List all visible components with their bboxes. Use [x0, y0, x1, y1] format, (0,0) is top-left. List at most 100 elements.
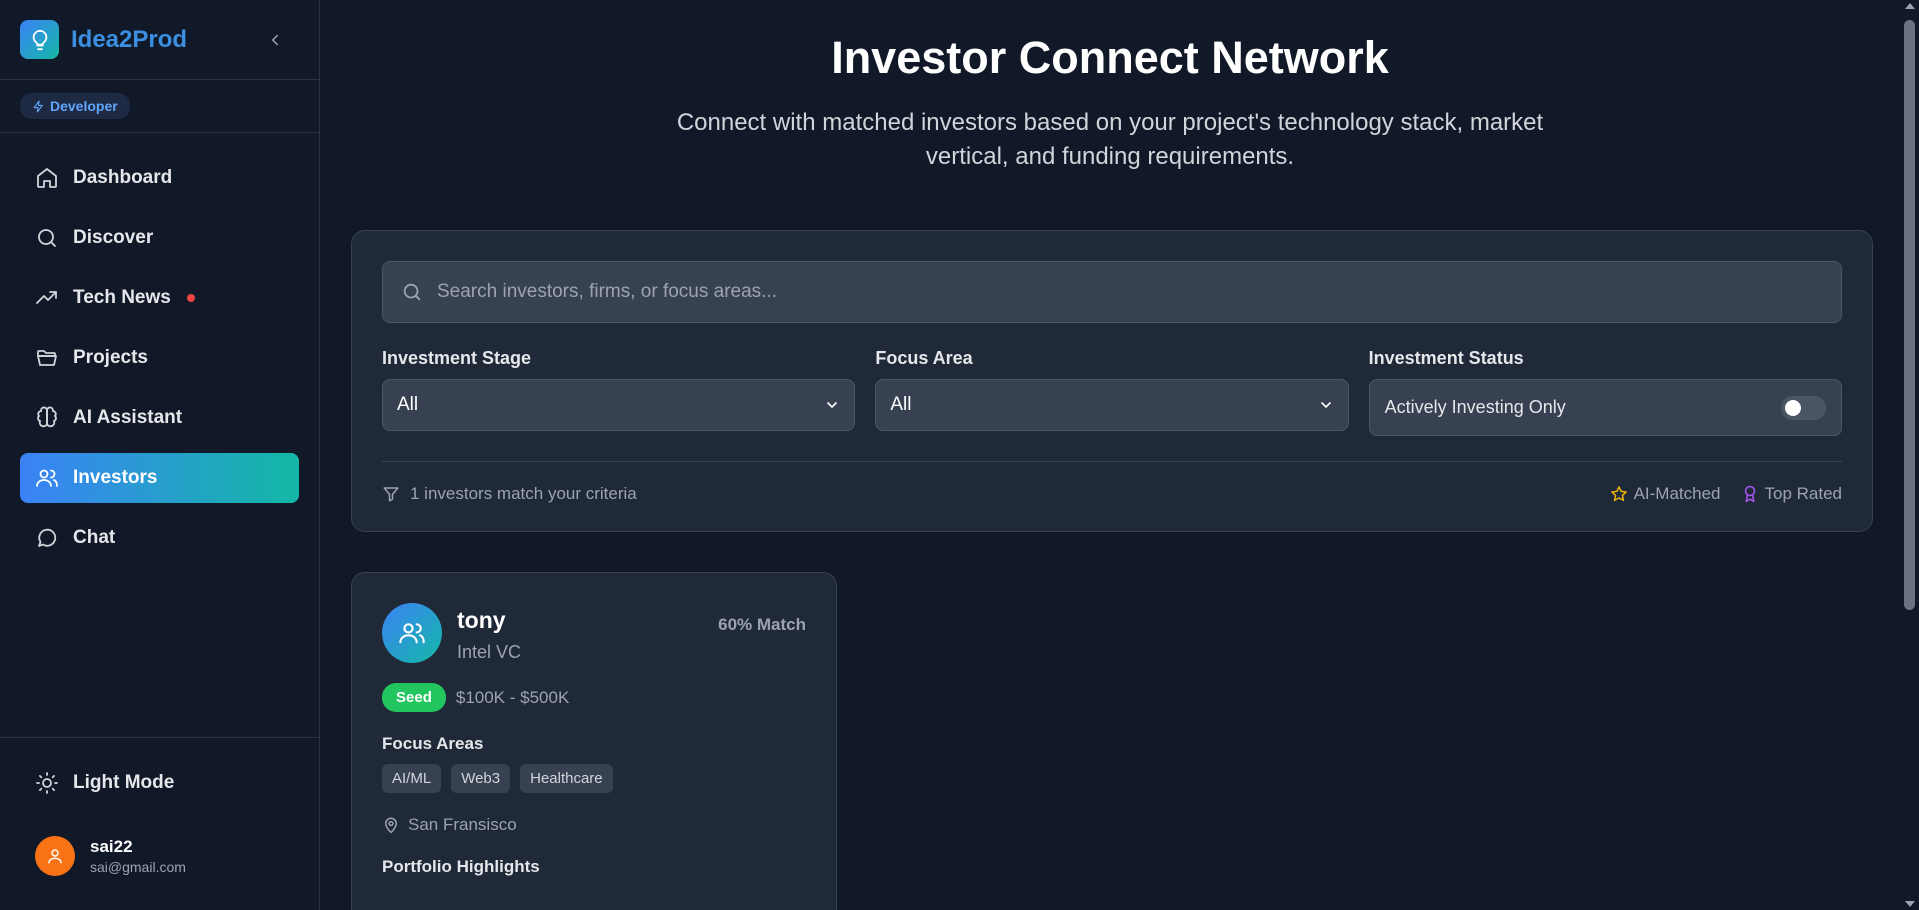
legend: AI-Matched Top Rated: [1610, 484, 1842, 504]
actively-investing-label: Actively Investing Only: [1384, 397, 1566, 417]
page-title: Investor Connect Network: [831, 32, 1389, 83]
investment-range: $100K - $500K: [455, 687, 570, 707]
sidebar-item-chat[interactable]: Chat: [20, 513, 299, 563]
legend-ai-matched-label: AI-Matched: [1633, 484, 1721, 503]
role-row: Developer: [0, 80, 319, 133]
sidebar-item-investors[interactable]: Investors: [20, 453, 299, 503]
sidebar-item-projects[interactable]: Projects: [20, 333, 299, 383]
page-subtitle: Connect with matched investors based on …: [676, 109, 1544, 170]
search-icon: [38, 229, 56, 247]
investment-stage-label: Investment Stage: [382, 348, 532, 368]
investment-stage-select[interactable]: All: [382, 379, 856, 431]
sidebar-nav: Dashboard Discover Tech News Projects AI…: [0, 133, 319, 593]
investor-header: tony Intel VC 60% Match: [382, 603, 806, 663]
sidebar-item-tech-news[interactable]: Tech News: [20, 273, 299, 323]
scroll-down-arrow[interactable]: [1905, 901, 1915, 907]
investment-stage-value: All: [397, 394, 419, 415]
user-info: sai22 sai@gmail.com: [90, 837, 186, 875]
sidebar-item-label: Investors: [73, 467, 158, 488]
sidebar-item-dashboard[interactable]: Dashboard: [20, 153, 299, 203]
sidebar-item-label: AI Assistant: [73, 407, 183, 428]
search-box[interactable]: [382, 261, 1842, 323]
divider: [382, 461, 1842, 462]
focus-area-tags: AI/ML Web3 Healthcare: [382, 764, 806, 793]
role-label: Developer: [50, 98, 118, 114]
filter-row: Investment Stage All Focus Area All Inve…: [382, 348, 1842, 436]
investor-firm: Intel VC: [457, 642, 522, 662]
focus-area-label: Focus Area: [875, 348, 973, 368]
portfolio-highlights-label: Portfolio Highlights: [382, 857, 540, 876]
stage-badge: Seed: [382, 683, 446, 712]
investment-status-filter: Investment Status Actively Investing Onl…: [1368, 348, 1842, 436]
result-row: 1 investors match your criteria AI-Match…: [382, 484, 1842, 504]
scrollbar[interactable]: [1900, 0, 1919, 910]
result-count: 1 investors match your criteria: [382, 484, 637, 504]
location-text: San Fransisco: [408, 815, 517, 834]
brand-header: Idea2Prod: [0, 0, 319, 80]
user-profile[interactable]: sai22 sai@gmail.com: [20, 836, 300, 876]
legend-top-rated-label: Top Rated: [1764, 484, 1843, 503]
sidebar: Idea2Prod Developer Dashboard Discover T…: [0, 0, 320, 910]
focus-tag: Healthcare: [520, 764, 613, 793]
light-mode-label: Light Mode: [73, 772, 175, 793]
focus-areas-label: Focus Areas: [382, 734, 484, 753]
chevron-down-icon: [1320, 402, 1331, 409]
user-name: sai22: [90, 837, 133, 856]
home-icon: [37, 168, 57, 188]
focus-tag: Web3: [451, 764, 511, 793]
brain-icon: [37, 406, 57, 428]
search-input[interactable]: [437, 281, 1823, 303]
user-icon: [48, 849, 62, 864]
award-icon: [1744, 485, 1755, 503]
sidebar-item-label: Chat: [73, 527, 116, 548]
folder-icon: [37, 350, 57, 366]
focus-area-select[interactable]: All: [875, 379, 1349, 431]
sun-icon: [36, 772, 58, 794]
filter-icon: [383, 487, 399, 502]
sidebar-item-discover[interactable]: Discover: [20, 213, 299, 263]
collapse-sidebar-button[interactable]: [263, 28, 287, 52]
sidebar-item-ai-assistant[interactable]: AI Assistant: [20, 393, 299, 443]
sidebar-footer: Light Mode sai22 sai@gmail.com: [0, 737, 320, 896]
scrollbar-thumb[interactable]: [1904, 20, 1915, 610]
focus-tag: AI/ML: [382, 764, 442, 793]
chevron-down-icon: [827, 402, 838, 409]
sidebar-item-label: Dashboard: [73, 167, 173, 188]
investment-stage-filter: Investment Stage All: [382, 348, 856, 436]
match-score: 60% Match: [718, 615, 806, 634]
chat-icon: [38, 528, 57, 547]
chevron-left-icon: [271, 34, 278, 45]
user-email: sai@gmail.com: [90, 859, 186, 875]
users-icon: [399, 623, 425, 644]
brand-name: Idea2Prod: [71, 25, 188, 53]
main-content: Investor Connect Network Connect with ma…: [321, 0, 1899, 910]
map-pin-icon: [385, 817, 397, 834]
investor-location: San Fransisco: [382, 815, 806, 835]
stage-row: Seed $100K - $500K: [382, 683, 806, 712]
bolt-icon: [33, 100, 43, 112]
light-mode-button[interactable]: Light Mode: [20, 758, 300, 808]
investor-names: tony Intel VC: [457, 603, 521, 663]
avatar: [35, 836, 75, 876]
sidebar-item-label: Discover: [73, 227, 154, 248]
investor-name: tony: [457, 607, 506, 633]
actively-investing-toggle[interactable]: [1780, 395, 1826, 420]
sidebar-item-label: Tech News: [73, 287, 171, 308]
sidebar-item-label: Projects: [73, 347, 148, 368]
filter-panel: Investment Stage All Focus Area All Inve…: [351, 230, 1873, 532]
star-icon: [1610, 486, 1627, 502]
investment-status-label: Investment Status: [1368, 348, 1524, 368]
investor-card[interactable]: tony Intel VC 60% Match Seed $100K - $50…: [351, 572, 837, 910]
focus-area-filter: Focus Area All: [875, 348, 1349, 436]
actively-investing-row: Actively Investing Only: [1368, 379, 1842, 436]
focus-area-value: All: [890, 394, 912, 415]
notification-dot: [186, 294, 195, 302]
scroll-up-arrow[interactable]: [1905, 3, 1915, 9]
toggle-knob: [1784, 399, 1801, 416]
users-icon: [36, 469, 58, 487]
result-text: 1 investors match your criteria: [410, 484, 637, 503]
legend-ai-matched: AI-Matched: [1610, 484, 1721, 504]
search-icon: [403, 283, 421, 301]
trending-icon: [36, 291, 57, 304]
lightbulb-icon: [20, 20, 59, 59]
